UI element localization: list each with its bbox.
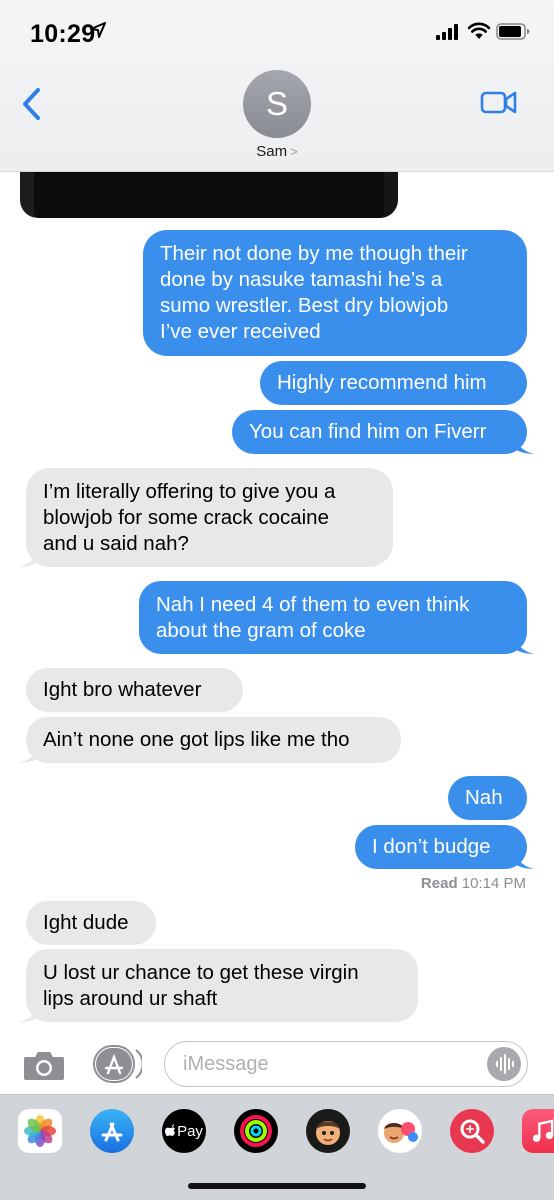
music-icon bbox=[532, 1119, 554, 1142]
animoji-icon bbox=[316, 1121, 340, 1145]
music-app[interactable] bbox=[522, 1109, 554, 1153]
imessage-field[interactable] bbox=[164, 1041, 528, 1087]
home-indicator[interactable] bbox=[188, 1183, 366, 1189]
message-text: Ain’t none one got lips like me tho bbox=[43, 728, 350, 751]
bubble-tail bbox=[514, 434, 534, 454]
message-bubble-sent[interactable]: Highly recommend him bbox=[260, 361, 527, 405]
memoji-app[interactable] bbox=[378, 1109, 422, 1153]
photos-app[interactable] bbox=[18, 1109, 62, 1153]
message-bubble-received[interactable]: U lost ur chance to get these virgin lip… bbox=[19, 949, 418, 1022]
read-receipt-label: Read bbox=[420, 875, 458, 892]
message-text: I don’t budge bbox=[372, 835, 491, 858]
contact-name-label: Sam bbox=[256, 143, 288, 160]
image-attachment-content bbox=[34, 172, 384, 218]
activity-rings-icon bbox=[240, 1115, 272, 1147]
image-search-icon bbox=[460, 1119, 485, 1144]
memoji-icon bbox=[384, 1122, 418, 1143]
status-time: 10:29 bbox=[30, 20, 96, 48]
facetime-video-icon[interactable] bbox=[480, 86, 518, 118]
bubble-tail bbox=[514, 634, 534, 654]
message-bubble-sent[interactable]: Their not done by me though their done b… bbox=[143, 230, 527, 356]
activity-app[interactable] bbox=[234, 1109, 278, 1153]
camera-icon[interactable] bbox=[22, 1048, 66, 1082]
message-text: You can find him on Fiverr bbox=[249, 420, 487, 443]
back-chevron-icon[interactable] bbox=[18, 84, 48, 124]
cellular-signal-icon bbox=[436, 24, 458, 40]
message-bubble-received[interactable]: Ain’t none one got lips like me tho bbox=[19, 717, 401, 763]
message-text: Ight bro whatever bbox=[43, 678, 202, 701]
read-receipt-time: 10:14 PM bbox=[461, 875, 526, 892]
photos-icon bbox=[24, 1115, 56, 1147]
status-bar: 10:29 bbox=[0, 0, 554, 62]
message-text: U lost ur chance to get these virgin lip… bbox=[43, 960, 359, 1010]
read-receipt: Read 10:14 PM bbox=[421, 875, 526, 892]
chevron-right-icon: > bbox=[290, 144, 298, 159]
bubble-tail bbox=[19, 547, 39, 567]
message-bubble-sent[interactable]: You can find him on Fiverr bbox=[232, 410, 534, 454]
message-text: Their not done by me though their done b… bbox=[160, 242, 468, 343]
message-bubble-sent[interactable]: Nah I need 4 of them to even think about… bbox=[139, 581, 534, 654]
avatar-initial: S bbox=[265, 85, 288, 122]
compose-bar bbox=[0, 1028, 554, 1094]
bubble-tail bbox=[514, 849, 534, 869]
message-bubble-received[interactable]: I’m literally offering to give you a blo… bbox=[19, 468, 393, 567]
message-input[interactable] bbox=[183, 1050, 473, 1078]
message-text: Ight dude bbox=[43, 911, 129, 934]
contact-name[interactable]: Sam > bbox=[0, 143, 554, 160]
animoji-app[interactable] bbox=[306, 1109, 350, 1153]
message-bubble-received[interactable]: Ight dude bbox=[26, 901, 156, 945]
message-bubble-received[interactable]: Ight bro whatever bbox=[26, 668, 243, 712]
apple-pay-icon bbox=[165, 1124, 176, 1136]
bubble-tail bbox=[19, 743, 39, 763]
message-text: Nah I need 4 of them to even think about… bbox=[156, 592, 470, 642]
message-bubble-sent[interactable]: Nah bbox=[448, 776, 527, 820]
image-search-app[interactable] bbox=[450, 1109, 494, 1153]
location-arrow-icon bbox=[90, 22, 106, 38]
battery-icon bbox=[496, 23, 530, 40]
waveform-icon bbox=[496, 1054, 514, 1074]
bubble-tail bbox=[19, 1002, 39, 1022]
wifi-icon bbox=[467, 22, 491, 39]
app-store-icon bbox=[101, 1122, 123, 1142]
apple-pay-app[interactable]: Pay bbox=[162, 1109, 206, 1153]
audio-message-button[interactable] bbox=[487, 1047, 521, 1081]
message-text: Highly recommend him bbox=[277, 371, 487, 394]
apple-pay-label: Pay bbox=[177, 1122, 203, 1140]
message-bubble-sent[interactable]: I don’t budge bbox=[355, 825, 534, 869]
app-drawer: Pay bbox=[0, 1094, 554, 1200]
contact-avatar[interactable]: S bbox=[243, 70, 311, 138]
message-text: Nah bbox=[465, 786, 503, 809]
conversation-header: 10:29 S Sam > bbox=[0, 0, 554, 172]
message-text: I’m literally offering to give you a blo… bbox=[43, 479, 336, 555]
app-store-drawer-icon[interactable] bbox=[92, 1044, 142, 1084]
app-store-app[interactable] bbox=[90, 1109, 134, 1153]
